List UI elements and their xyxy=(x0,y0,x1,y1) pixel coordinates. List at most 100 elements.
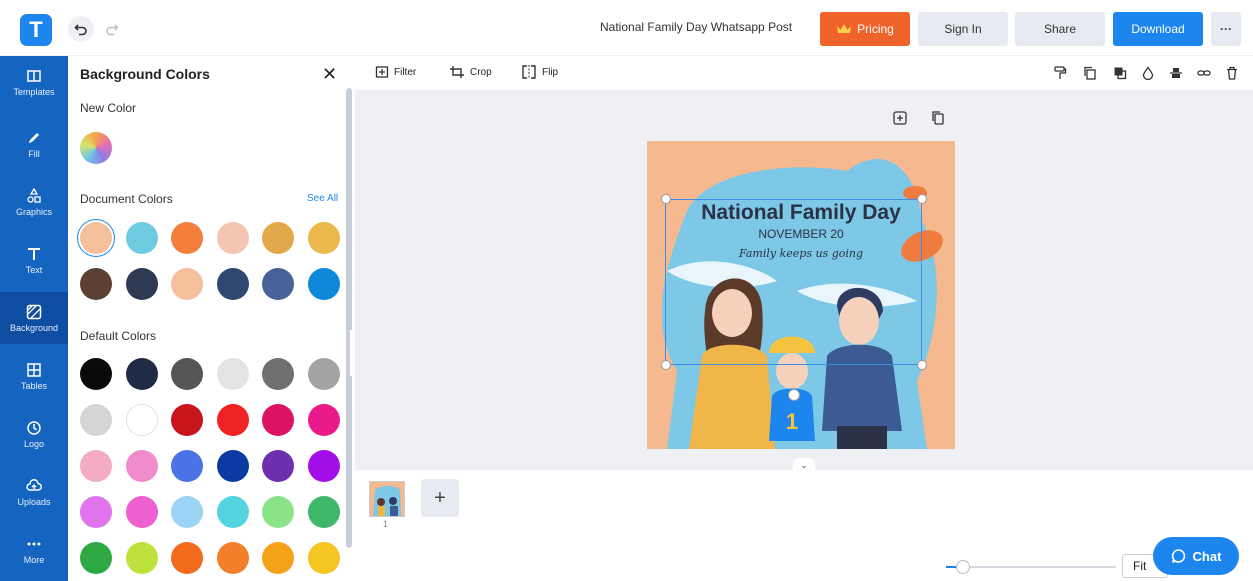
color-swatch[interactable] xyxy=(216,496,249,528)
chat-button[interactable]: Chat xyxy=(1153,537,1239,575)
redo-button[interactable] xyxy=(100,16,124,42)
templates-icon xyxy=(27,69,41,82)
paint-format-icon[interactable] xyxy=(1053,66,1067,80)
color-swatch[interactable] xyxy=(80,358,112,390)
filter-button[interactable]: Filter xyxy=(375,65,416,79)
color-swatch[interactable] xyxy=(307,222,340,254)
page-thumbnail-preview xyxy=(373,485,401,516)
color-swatch[interactable] xyxy=(262,450,294,482)
panel-scrollbar[interactable] xyxy=(346,88,352,548)
color-swatch[interactable] xyxy=(125,496,158,528)
delete-icon[interactable] xyxy=(1225,66,1239,80)
crown-icon xyxy=(837,24,852,33)
zoom-slider[interactable] xyxy=(946,566,1116,568)
color-swatch[interactable] xyxy=(216,222,249,254)
color-swatch[interactable] xyxy=(216,268,249,300)
color-swatch[interactable] xyxy=(262,542,294,574)
color-swatch[interactable] xyxy=(125,268,158,300)
logo-icon xyxy=(27,420,41,435)
color-swatch[interactable] xyxy=(171,268,203,300)
duplicate-icon[interactable] xyxy=(1083,66,1097,80)
sidebar-item-text[interactable]: Text xyxy=(0,234,68,286)
sidebar-item-graphics[interactable]: Graphics xyxy=(0,176,68,228)
download-button[interactable]: Download xyxy=(1113,12,1203,46)
color-swatch[interactable] xyxy=(80,450,112,482)
color-swatch[interactable] xyxy=(80,404,112,436)
color-swatch[interactable] xyxy=(262,404,294,436)
color-swatch[interactable] xyxy=(80,268,112,300)
color-swatch[interactable] xyxy=(307,496,340,528)
sidebar-item-logo[interactable]: Logo xyxy=(0,408,68,460)
color-swatch[interactable] xyxy=(125,358,158,390)
color-swatch[interactable] xyxy=(262,496,294,528)
sidebar-item-more[interactable]: More xyxy=(0,524,68,576)
page-thumbnail[interactable] xyxy=(369,481,405,517)
chat-label: Chat xyxy=(1192,548,1222,564)
undo-button[interactable] xyxy=(68,16,94,42)
color-swatch[interactable] xyxy=(216,404,249,436)
color-swatch[interactable] xyxy=(125,450,158,482)
sidebar-item-uploads[interactable]: Uploads xyxy=(0,466,68,518)
copy-page-icon[interactable] xyxy=(930,110,946,126)
color-swatch[interactable] xyxy=(307,450,340,482)
selection-box[interactable] xyxy=(665,199,922,365)
color-swatch[interactable] xyxy=(262,268,294,300)
color-swatch[interactable] xyxy=(171,542,203,574)
add-page-button[interactable]: + xyxy=(421,479,459,517)
new-color-picker[interactable] xyxy=(80,132,112,164)
close-icon[interactable]: ✕ xyxy=(322,64,337,85)
color-swatch[interactable] xyxy=(80,542,112,574)
align-icon[interactable] xyxy=(1169,66,1183,80)
color-swatch[interactable] xyxy=(307,358,340,390)
color-swatch[interactable] xyxy=(262,222,294,254)
color-swatch[interactable] xyxy=(307,404,340,436)
add-page-icon[interactable] xyxy=(892,110,908,126)
undo-icon xyxy=(74,24,87,36)
color-swatch[interactable] xyxy=(307,542,340,574)
zoom-slider-handle[interactable] xyxy=(956,560,970,574)
color-swatch[interactable] xyxy=(125,404,158,436)
sidebar-item-label: Background xyxy=(9,322,59,333)
sidebar-item-templates[interactable]: Templates xyxy=(0,56,68,108)
sign-in-button[interactable]: Sign In xyxy=(918,12,1008,46)
resize-handle-top-left[interactable] xyxy=(661,194,671,204)
pricing-button[interactable]: Pricing xyxy=(820,12,910,46)
background-colors-panel: Background Colors ✕ New Color Document C… xyxy=(68,56,350,581)
color-swatch[interactable] xyxy=(171,450,203,482)
sidebar-item-tables[interactable]: Tables xyxy=(0,350,68,402)
layer-order-icon[interactable] xyxy=(1113,66,1127,80)
color-swatch[interactable] xyxy=(216,542,249,574)
opacity-icon[interactable] xyxy=(1141,66,1155,80)
color-swatch[interactable] xyxy=(216,450,249,482)
resize-handle-bottom-left[interactable] xyxy=(661,360,671,370)
color-swatch[interactable] xyxy=(171,496,203,528)
color-swatch[interactable] xyxy=(125,542,158,574)
color-swatch[interactable] xyxy=(171,222,203,254)
resize-handle-top-right[interactable] xyxy=(917,194,927,204)
app-logo[interactable]: T xyxy=(20,14,52,46)
rotate-handle[interactable] xyxy=(788,389,800,401)
chat-bubble-icon xyxy=(1171,549,1185,563)
color-swatch[interactable] xyxy=(80,496,112,528)
link-icon[interactable] xyxy=(1197,66,1211,80)
cloud-upload-icon xyxy=(26,478,42,491)
sidebar-item-fill[interactable]: Fill xyxy=(0,118,68,170)
color-swatch[interactable] xyxy=(216,358,249,390)
color-swatch[interactable] xyxy=(171,358,203,390)
flip-button[interactable]: Flip xyxy=(521,65,558,79)
color-swatch[interactable] xyxy=(307,268,340,300)
more-options-button[interactable]: ··· xyxy=(1211,12,1241,46)
color-swatch[interactable] xyxy=(125,222,158,254)
see-all-link[interactable]: See All xyxy=(307,193,338,204)
document-title[interactable]: National Family Day Whatsapp Post xyxy=(600,20,792,34)
crop-button[interactable]: Crop xyxy=(449,65,492,79)
sidebar-item-background[interactable]: Background xyxy=(0,292,68,344)
flip-icon xyxy=(522,65,536,79)
color-swatch[interactable] xyxy=(80,222,112,254)
background-icon xyxy=(26,304,42,319)
more-icon xyxy=(27,542,41,545)
resize-handle-bottom-right[interactable] xyxy=(917,360,927,370)
color-swatch[interactable] xyxy=(262,358,294,390)
color-swatch[interactable] xyxy=(171,404,203,436)
share-button[interactable]: Share xyxy=(1015,12,1105,46)
